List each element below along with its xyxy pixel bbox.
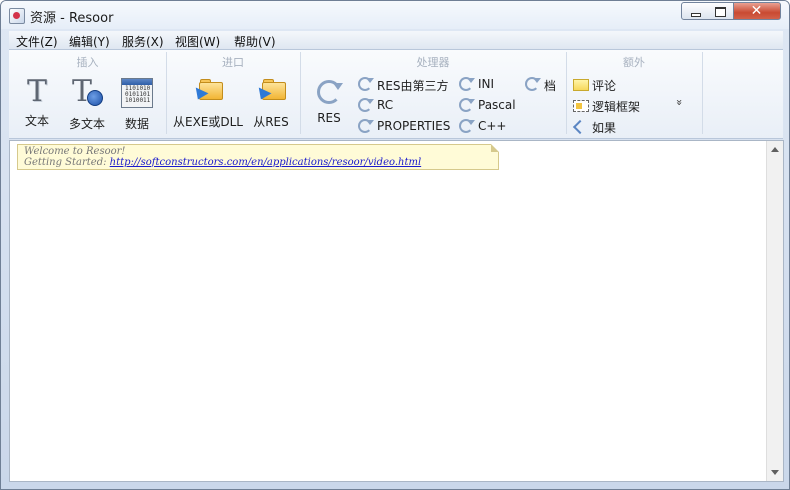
processor-rc-label: RC (377, 98, 394, 112)
processor-ini-label: INI (478, 77, 495, 91)
refresh-icon (358, 119, 374, 133)
refresh-icon (459, 98, 475, 112)
binary-data-icon: 1101010 0101101 1010011 (121, 78, 153, 108)
window-title: 资源 - Resoor (30, 11, 114, 26)
comment-icon (573, 79, 589, 91)
extra-if-label: 如果 (592, 121, 617, 135)
scroll-down-icon[interactable] (771, 470, 779, 475)
menu-edit[interactable]: 编辑(Y) (69, 33, 110, 50)
expand-more-icon[interactable]: » (673, 99, 686, 106)
extra-logic-frame-label: 逻辑框架 (592, 100, 641, 114)
group-import: 进口 从EXE或DLL 从RES (166, 52, 301, 134)
app-window: 资源 - Resoor ✕ 文件(Z) 编辑(Y) 服务(X) 视图(W) 帮助… (0, 0, 790, 490)
group-insert-title: 插入 (76, 56, 99, 69)
maximize-button[interactable] (707, 2, 734, 20)
insert-data-button[interactable]: 1101010 0101101 1010011 数据 (117, 76, 157, 132)
extra-comment-label: 评论 (592, 79, 617, 93)
group-extra: 额外 评论 逻辑框架 如果 (566, 52, 703, 135)
vertical-scrollbar[interactable] (766, 141, 783, 481)
group-processors: 处理器 RES RES由第三方 RC PROPERTIES INI Pascal… (300, 52, 567, 134)
close-icon: ✕ (750, 3, 763, 19)
processor-archive-label: 档 (544, 79, 557, 93)
menu-file[interactable]: 文件(Z) (16, 33, 58, 50)
group-processors-title: 处理器 (416, 56, 450, 69)
processor-properties-label: PROPERTIES (377, 119, 451, 133)
insert-multitext-button[interactable]: T 多文本 (66, 76, 108, 132)
refresh-icon (358, 98, 374, 112)
text-icon: T (26, 74, 47, 109)
refresh-icon (358, 77, 374, 91)
group-import-title: 进口 (222, 56, 244, 69)
refresh-icon (459, 77, 475, 91)
menu-view[interactable]: 视图(W) (175, 33, 220, 50)
logic-frame-icon (573, 100, 589, 112)
processor-res-third-label: RES由第三方 (377, 79, 449, 93)
refresh-icon (459, 119, 475, 133)
import-folder-icon (191, 76, 223, 106)
minimize-button[interactable] (681, 2, 708, 20)
insert-text-button[interactable]: T 文本 (17, 76, 57, 129)
group-insert: 插入 T 文本 T 多文本 1101010 0101101 1010011 数据 (9, 52, 167, 134)
processor-pascal-label: Pascal (478, 98, 516, 112)
title-bar: 资源 - Resoor ✕ (1, 1, 789, 29)
welcome-note: Welcome to Resoor! Getting Started: http… (17, 144, 499, 170)
insert-data-label: 数据 (124, 117, 149, 131)
menu-service[interactable]: 服务(X) (122, 33, 164, 50)
getting-started-line: Getting Started: http://softconstructors… (24, 157, 421, 168)
insert-multitext-label: 多文本 (68, 117, 105, 131)
import-exe-dll-label: 从EXE或DLL (173, 115, 243, 129)
getting-started-link[interactable]: http://softconstructors.com/en/applicati… (110, 157, 421, 168)
getting-started-label: Getting Started: (24, 157, 110, 168)
editor-area[interactable]: Welcome to Resoor! Getting Started: http… (9, 140, 784, 482)
processor-cpp-label: C++ (478, 119, 507, 133)
insert-text-label: 文本 (24, 114, 49, 128)
import-folder-icon (254, 76, 286, 106)
menu-bar: 文件(Z) 编辑(Y) 服务(X) 视图(W) 帮助(V) (9, 31, 783, 50)
if-condition-icon (573, 119, 589, 135)
import-res-label: 从RES (253, 115, 289, 129)
app-icon[interactable] (9, 8, 25, 24)
group-extra-title: 额外 (623, 56, 645, 69)
import-res-button[interactable]: 从RES (250, 76, 292, 130)
import-exe-dll-button[interactable]: 从EXE或DLL (172, 76, 244, 130)
menu-help[interactable]: 帮助(V) (234, 33, 276, 50)
refresh-icon (525, 77, 541, 91)
refresh-icon (317, 80, 343, 104)
scroll-up-icon[interactable] (771, 147, 779, 152)
processor-res-button[interactable]: RES (314, 76, 344, 125)
ribbon: 插入 T 文本 T 多文本 1101010 0101101 1010011 数据 进… (9, 50, 783, 139)
welcome-text: Welcome to Resoor! (24, 146, 126, 157)
close-button[interactable]: ✕ (734, 2, 781, 20)
multitext-icon: T (71, 76, 103, 108)
processor-res-label: RES (317, 111, 341, 125)
